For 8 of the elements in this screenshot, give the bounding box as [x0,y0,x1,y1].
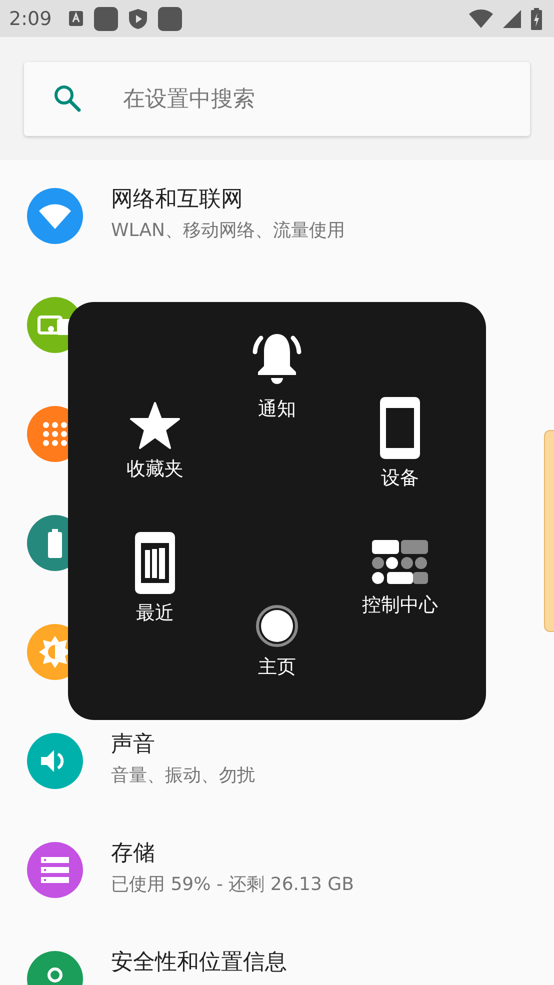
setting-title: 网络和互联网 [111,187,244,212]
setting-subtitle: 已使用 59% - 还剩 26.13 GB [111,873,354,896]
setting-title: 存储 [111,841,156,866]
setting-title: 安全性和位置信息 [111,950,287,976]
setting-subtitle: 音量、振动、勿扰 [111,764,255,788]
clock: 2:09 [9,8,52,30]
setting-subtitle: WLAN、移动网络、流量使用 [111,219,346,242]
setting-title: 声音 [111,732,156,758]
